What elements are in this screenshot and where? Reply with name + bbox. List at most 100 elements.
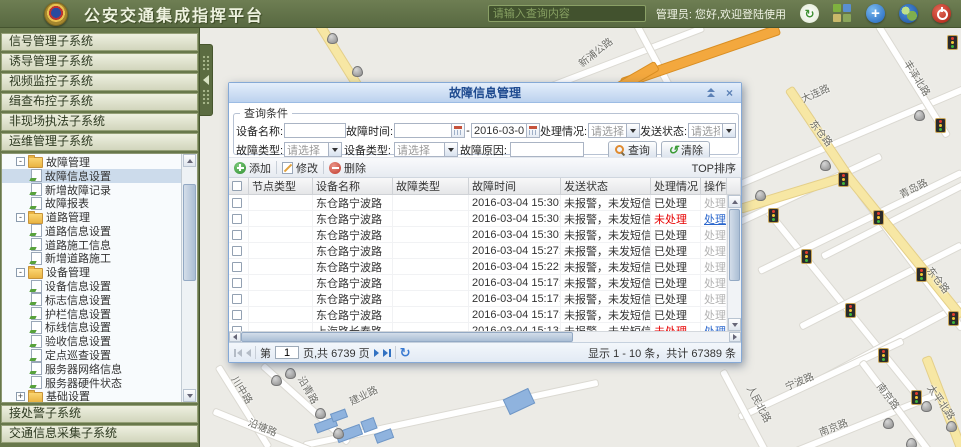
edit-button[interactable]: 修改 — [282, 160, 318, 176]
table-row[interactable]: 东仓路宁波路2016-03-04 15:30:00未报警，未发短信已处理处理 — [229, 227, 727, 243]
chevron-down-icon[interactable] — [329, 142, 342, 157]
traffic-signal-icon[interactable] — [947, 35, 958, 50]
camera-icon[interactable] — [352, 66, 363, 77]
zoom-plus-icon[interactable]: + — [866, 4, 885, 23]
scroll-down-icon[interactable] — [728, 318, 741, 331]
fault-time-from-input[interactable] — [394, 123, 452, 138]
camera-icon[interactable] — [883, 418, 894, 429]
traffic-signal-icon[interactable] — [948, 311, 959, 326]
map-canvas[interactable]: 故障信息管理 查询条件 设备名称: 故障时间: - 处理情况: — [200, 28, 961, 447]
globe-icon[interactable] — [899, 4, 918, 23]
scroll-down-icon[interactable] — [183, 389, 196, 402]
column-header[interactable]: 设备名称 — [313, 178, 393, 194]
chevron-down-icon[interactable] — [445, 142, 458, 157]
table-row[interactable]: 东仓路宁波路2016-03-04 15:27:00未报警，未发短信已处理处理 — [229, 243, 727, 259]
row-checkbox[interactable] — [232, 294, 242, 304]
search-button[interactable]: 查询 — [608, 141, 657, 159]
fault-reason-input[interactable] — [510, 142, 584, 157]
refresh-grid-icon[interactable] — [400, 346, 411, 359]
table-row[interactable]: 东仓路宁波路2016-03-04 15:30:00未报警，未发短信已处理处理 — [229, 195, 727, 211]
scroll-up-icon[interactable] — [183, 154, 196, 167]
column-header[interactable]: 处理情况 — [651, 178, 701, 194]
camera-icon[interactable] — [315, 408, 326, 419]
window-titlebar[interactable]: 故障信息管理 — [229, 83, 741, 103]
device-name-input[interactable] — [284, 123, 346, 138]
close-icon[interactable] — [722, 85, 737, 100]
sidebar-collapse-handle[interactable] — [200, 44, 213, 116]
accordion-panel[interactable]: 交通信息采集子系统 — [1, 425, 198, 443]
collapse-toggle-icon[interactable]: - — [16, 157, 25, 166]
row-checkbox[interactable] — [232, 310, 242, 320]
tree-node[interactable]: 服务器硬件状态 — [2, 376, 181, 390]
chevron-down-icon[interactable] — [627, 123, 640, 138]
camera-icon[interactable] — [906, 438, 917, 447]
fault-type-select[interactable] — [284, 142, 329, 157]
column-header[interactable]: 节点类型 — [249, 178, 313, 194]
top-sort-button[interactable]: TOP排序 — [692, 160, 736, 176]
traffic-signal-icon[interactable] — [873, 210, 884, 225]
tree-node[interactable]: 新增道路施工 — [2, 252, 181, 266]
table-row[interactable]: 东仓路宁波路2016-03-04 15:17:01未报警，未发短信已处理处理 — [229, 307, 727, 323]
power-icon[interactable] — [932, 4, 951, 23]
accordion-panel[interactable]: 信号管理子系统 — [1, 33, 198, 51]
calendar-icon[interactable] — [452, 123, 465, 138]
scrollbar-thumb[interactable] — [729, 209, 740, 281]
camera-icon[interactable] — [946, 421, 957, 432]
apps-grid-icon[interactable] — [833, 4, 852, 23]
first-page-button[interactable] — [234, 349, 242, 357]
next-page-button[interactable] — [374, 349, 379, 357]
traffic-signal-icon[interactable] — [916, 267, 927, 282]
column-header[interactable]: 发送状态 — [561, 178, 651, 194]
select-all-checkbox[interactable] — [232, 181, 242, 191]
device-type-select[interactable] — [394, 142, 445, 157]
accordion-panel[interactable]: 缉查布控子系统 — [1, 93, 198, 111]
camera-icon[interactable] — [921, 401, 932, 412]
table-row[interactable]: 上海路长春路2016-03-04 15:13:45未报警，未发短信未处理处理 — [229, 323, 727, 331]
page-number-input[interactable] — [275, 346, 299, 359]
column-header[interactable]: 故障类型 — [393, 178, 469, 194]
prev-page-button[interactable] — [246, 349, 251, 357]
camera-icon[interactable] — [755, 190, 766, 201]
collapse-tool-icon[interactable] — [703, 85, 718, 100]
table-row[interactable]: 东仓路宁波路2016-03-04 15:17:01未报警，未发短信已处理处理 — [229, 291, 727, 307]
scroll-up-icon[interactable] — [728, 195, 741, 208]
traffic-signal-icon[interactable] — [768, 208, 779, 223]
table-row[interactable]: 东仓路宁波路2016-03-04 15:30:00未报警，未发短信未处理处理 — [229, 211, 727, 227]
traffic-signal-icon[interactable] — [935, 118, 946, 133]
column-header[interactable]: 故障时间 — [469, 178, 561, 194]
operation-cell[interactable]: 处理 — [701, 211, 727, 226]
traffic-signal-icon[interactable] — [878, 348, 889, 363]
chevron-down-icon[interactable] — [723, 123, 736, 138]
scrollbar-thumb[interactable] — [183, 184, 196, 281]
accordion-panel[interactable]: 非现场执法子系统 — [1, 113, 198, 131]
accordion-panel[interactable]: 诱导管理子系统 — [1, 53, 198, 71]
scrollbar-thumb[interactable] — [241, 332, 573, 342]
accordion-panel[interactable]: 接处警子系统 — [1, 405, 198, 423]
add-button[interactable]: 添加 — [234, 160, 271, 176]
table-row[interactable]: 东仓路宁波路2016-03-04 15:22:50未报警，未发短信已处理处理 — [229, 259, 727, 275]
scroll-right-icon[interactable] — [729, 332, 741, 342]
operation-cell[interactable]: 处理 — [701, 323, 727, 331]
clear-button[interactable]: 清除 — [661, 141, 710, 159]
collapse-toggle-icon[interactable]: - — [16, 213, 25, 222]
vertical-scrollbar[interactable] — [727, 195, 741, 331]
row-checkbox[interactable] — [232, 214, 242, 224]
camera-icon[interactable] — [327, 33, 338, 44]
tree-node[interactable]: 新增故障记录 — [2, 183, 181, 197]
last-page-button[interactable] — [383, 349, 391, 357]
traffic-signal-icon[interactable] — [838, 172, 849, 187]
collapse-toggle-icon[interactable]: - — [16, 268, 25, 277]
camera-icon[interactable] — [285, 368, 296, 379]
fault-time-to-input[interactable] — [471, 123, 527, 138]
row-checkbox[interactable] — [232, 278, 242, 288]
horizontal-scrollbar[interactable] — [229, 331, 741, 342]
traffic-signal-icon[interactable] — [845, 303, 856, 318]
accordion-panel[interactable]: 运维管理子系统 — [1, 133, 198, 151]
row-checkbox[interactable] — [232, 230, 242, 240]
scroll-left-icon[interactable] — [229, 332, 241, 342]
send-status-select[interactable] — [688, 123, 723, 138]
header-search-input[interactable] — [488, 5, 646, 22]
handle-status-select[interactable] — [588, 123, 627, 138]
row-checkbox[interactable] — [232, 246, 242, 256]
traffic-signal-icon[interactable] — [801, 249, 812, 264]
